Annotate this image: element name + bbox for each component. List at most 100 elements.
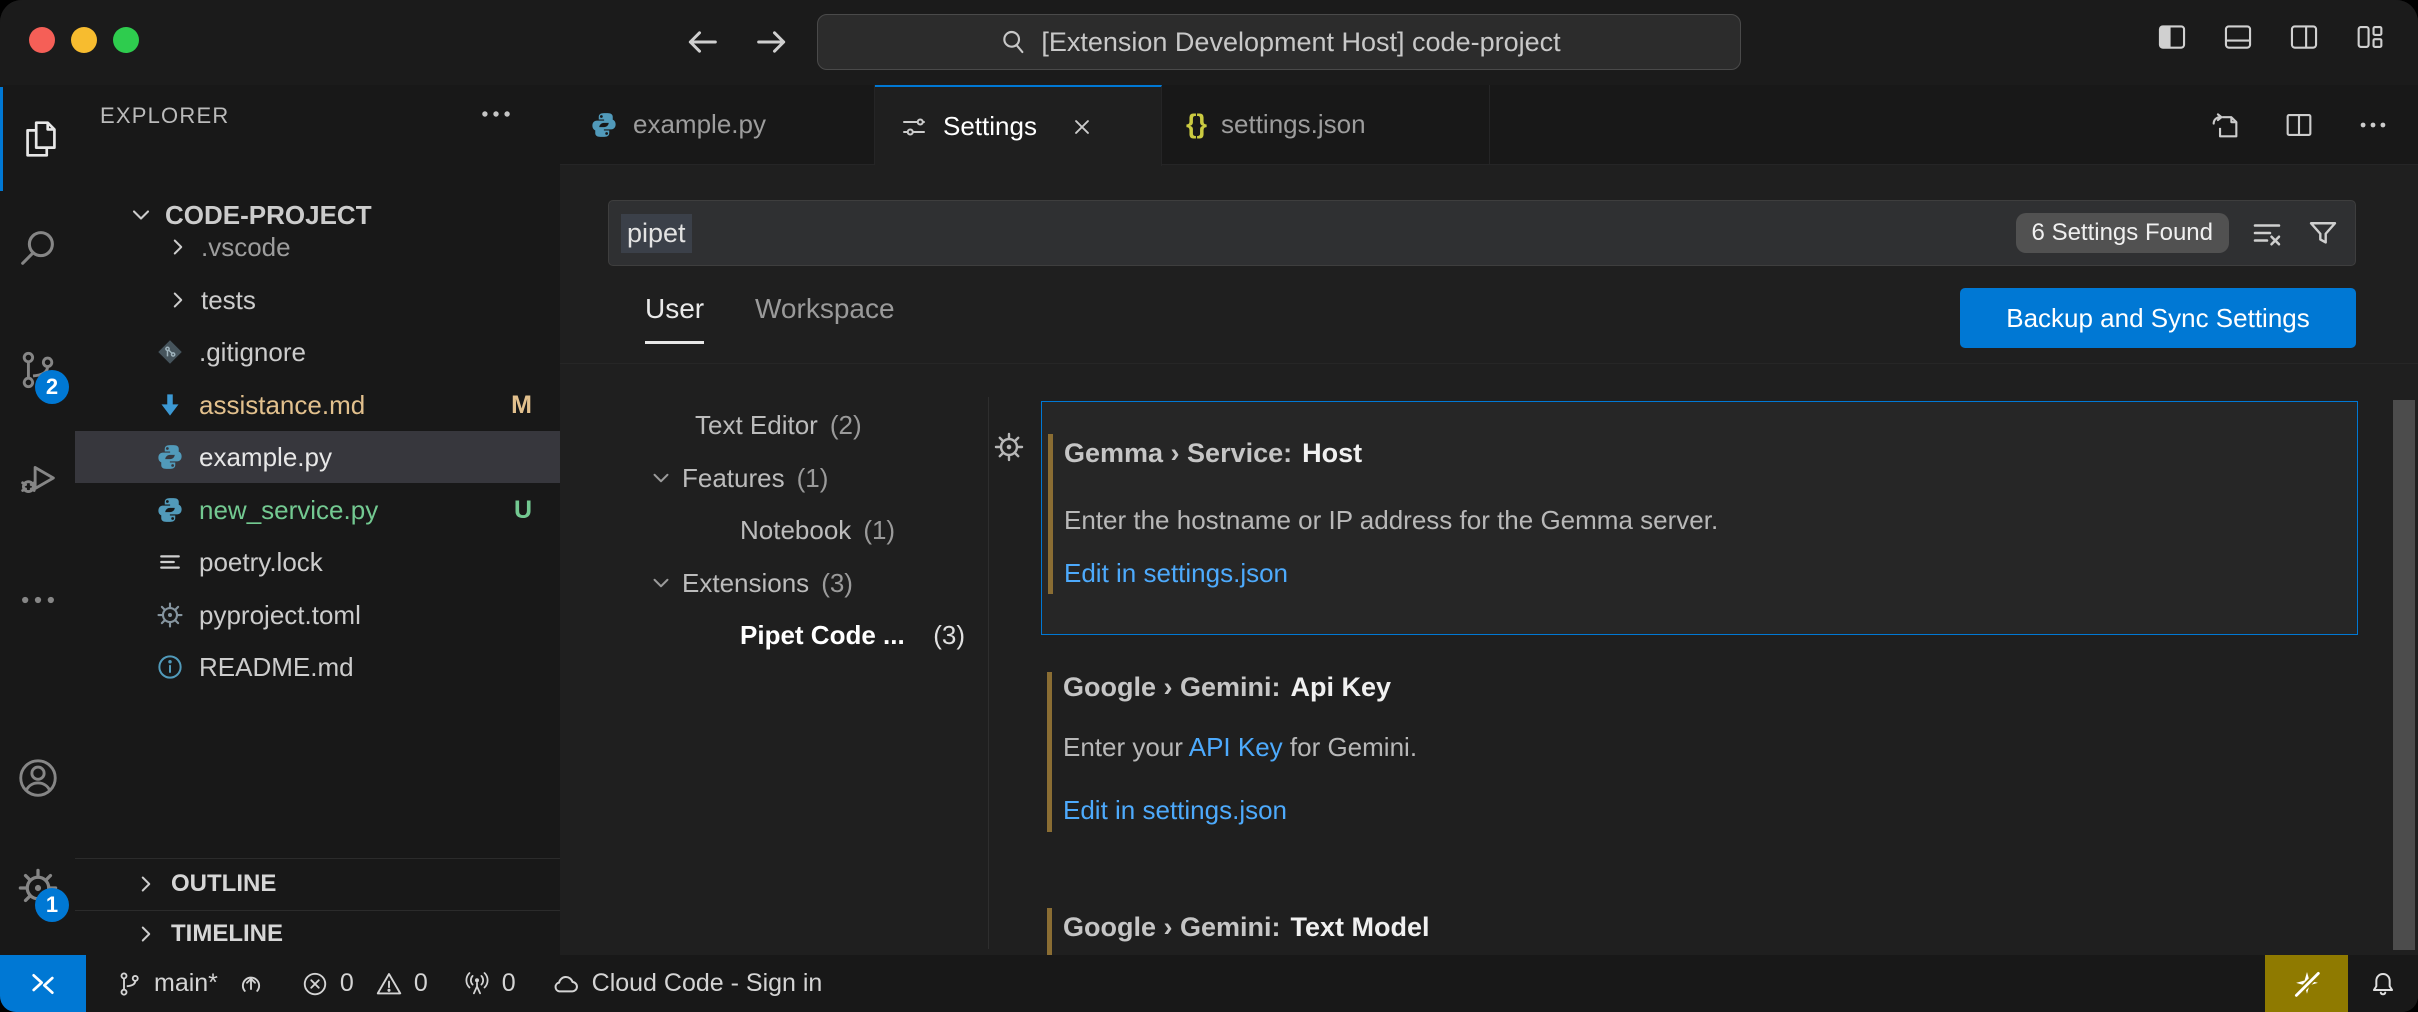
more-icon [16,578,60,622]
activity-bar: 2 1 [0,85,76,955]
activity-more[interactable] [0,548,75,652]
file-label: example.py [199,442,332,473]
activity-explorer[interactable] [0,87,78,191]
setting-title: Gemma › Service:Host [1064,438,1362,469]
activity-source-control[interactable]: 2 [0,318,75,422]
branch-status-item[interactable]: main* [114,955,266,1012]
toggle-primary-sidebar-icon[interactable] [2154,20,2190,54]
toc-count: (3) [821,568,853,599]
activity-accounts[interactable] [0,726,75,830]
chevron-down-icon [648,570,674,596]
tree-item-file[interactable]: .gitignore [75,326,560,378]
setting-row-gemini-text-model[interactable]: Google › Gemini:Text Model [1041,890,2358,955]
tree-item-file[interactable]: assistance.md M [75,379,560,431]
info-file-icon [155,652,185,682]
scm-badge: 2 [35,370,69,404]
tree-item-file[interactable]: README.md [75,641,560,693]
error-count: 0 [340,969,354,998]
setting-title: Google › Gemini:Text Model [1063,912,1430,943]
split-editor-icon[interactable] [2282,108,2316,142]
filter-icon[interactable] [2305,215,2341,251]
navigate-back-icon[interactable] [682,22,722,62]
status-bar: main* 0 0 0 Cloud Code - Sign in [0,955,2418,1012]
cloud-code-label: Cloud Code - Sign in [592,969,823,998]
python-file-icon [589,110,619,140]
explorer-sidebar: EXPLORER CODE-PROJECT .vscode tests .git… [75,85,561,955]
results-count-badge: 6 Settings Found [2016,213,2229,253]
activity-search[interactable] [0,195,75,299]
file-label: assistance.md [199,390,365,421]
branch-icon [114,969,144,999]
search-value: pipet [621,214,692,253]
explorer-header: EXPLORER [100,103,229,129]
command-center[interactable]: [Extension Development Host] code-projec… [817,14,1741,70]
setting-description: Enter your API Key for Gemini. [1063,732,1417,763]
api-key-link[interactable]: API Key [1189,732,1283,762]
navigate-forward-icon[interactable] [752,22,792,62]
toc-splitter[interactable] [988,397,989,949]
problems-status-item[interactable]: 0 0 [300,955,428,1012]
tab-label: example.py [633,109,766,140]
toggle-panel-icon[interactable] [2220,20,2256,54]
toc-item-text-editor[interactable]: Text Editor (2) [695,399,862,451]
backup-and-sync-button[interactable]: Backup and Sync Settings [1960,288,2356,348]
notifications-status-item[interactable] [2348,955,2418,1012]
activity-settings[interactable]: 1 [0,836,75,940]
setting-row-gemma-host[interactable]: Gemma › Service:Host Enter the hostname … [1041,401,2358,635]
tab-example-py[interactable]: example.py [565,85,875,164]
chevron-right-icon [133,871,159,897]
chevron-right-icon [133,921,159,947]
vscode-window: [Extension Development Host] code-projec… [0,0,2418,1012]
cloud-icon [550,968,582,1000]
close-tab-icon[interactable] [1069,114,1095,140]
customize-layout-icon[interactable] [2352,20,2388,54]
setting-gear-icon[interactable] [992,430,1026,464]
toc-label: Extensions [682,568,809,599]
edit-in-settings-json-link[interactable]: Edit in settings.json [1063,795,1287,826]
setting-label: Text Model [1291,912,1430,942]
setting-description: Enter the hostname or IP address for the… [1064,505,1718,536]
assist-disabled-status-item[interactable] [2265,955,2348,1012]
tree-item-file-selected[interactable]: example.py [75,431,560,483]
setting-label: Host [1302,438,1362,468]
broadcast-status-item[interactable]: 0 [462,955,516,1012]
tree-item-folder[interactable]: tests [75,274,560,326]
outline-section[interactable]: OUTLINE [75,858,560,909]
run-debug-icon [15,455,61,501]
git-file-icon [155,337,185,367]
settings-search-input[interactable]: pipet 6 Settings Found [608,200,2356,266]
tree-item-file[interactable]: poetry.lock [75,536,560,588]
maximize-window-button[interactable] [113,27,139,53]
toc-item-features[interactable]: Features (1) [648,452,828,504]
toggle-secondary-sidebar-icon[interactable] [2286,20,2322,54]
clear-filters-icon[interactable] [2249,215,2285,251]
tree-item-folder[interactable]: .vscode [75,221,560,273]
tree-item-file[interactable]: pyproject.toml [75,589,560,641]
scope-tab-workspace[interactable]: Workspace [755,293,895,325]
toc-item-pipet-code[interactable]: Pipet Code ... (3) [740,609,965,661]
close-window-button[interactable] [29,27,55,53]
open-settings-json-icon[interactable] [2208,108,2242,142]
timeline-section[interactable]: TIMELINE [75,910,560,956]
publish-icon [236,969,266,999]
file-label: README.md [199,652,354,683]
remote-indicator[interactable] [0,955,86,1012]
scope-tab-user[interactable]: User [645,293,704,344]
toc-item-notebook[interactable]: Notebook (1) [740,504,895,556]
modified-indicator [1047,672,1052,832]
cloud-code-status-item[interactable]: Cloud Code - Sign in [550,955,823,1012]
title-bar: [Extension Development Host] code-projec… [0,0,2418,85]
minimize-window-button[interactable] [71,27,97,53]
more-actions-icon[interactable] [2356,108,2390,142]
tree-item-file[interactable]: new_service.py U [75,484,560,536]
setting-row-gemini-api-key[interactable]: Google › Gemini:Api Key Enter your API K… [1041,648,2358,890]
toc-item-extensions[interactable]: Extensions (3) [648,557,853,609]
setting-label: Api Key [1291,672,1392,702]
explorer-more-icon[interactable] [477,95,515,133]
python-file-icon [155,442,185,472]
tab-settings[interactable]: Settings [875,85,1162,166]
activity-run-debug[interactable] [0,426,75,530]
tab-settings-json[interactable]: {} settings.json [1162,85,1490,164]
edit-in-settings-json-link[interactable]: Edit in settings.json [1064,558,1288,589]
scrollbar[interactable] [2393,400,2415,950]
